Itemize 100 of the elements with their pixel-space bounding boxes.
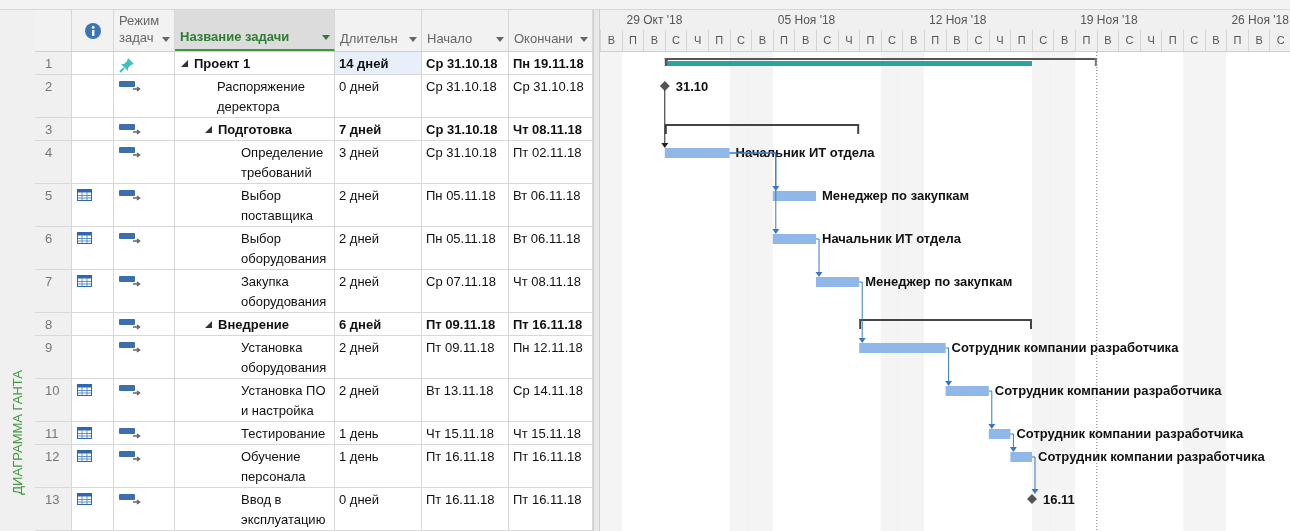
day-label: В: [945, 30, 968, 51]
start-cell[interactable]: Ср 31.10.18: [422, 75, 509, 118]
start-cell[interactable]: Ср 31.10.18: [422, 118, 509, 141]
row-number[interactable]: 8: [35, 313, 72, 336]
start-cell[interactable]: Пт 09.11.18: [422, 313, 509, 336]
duration-cell[interactable]: 14 дней: [335, 52, 422, 75]
milestone-icon[interactable]: [659, 81, 670, 91]
day-label: В: [751, 30, 773, 51]
column-header[interactable]: Название задачи: [175, 10, 335, 51]
link-arrow: [815, 238, 823, 277]
duration-cell[interactable]: 2 дней: [335, 227, 422, 270]
day-label: С: [664, 30, 687, 51]
day-label: П: [621, 30, 644, 51]
task-bar[interactable]: [772, 191, 816, 201]
start-cell[interactable]: Вт 13.11.18: [422, 379, 509, 422]
auto-schedule-icon: [119, 146, 141, 158]
start-cell[interactable]: Ср 31.10.18: [422, 52, 509, 75]
day-label: С: [880, 30, 903, 51]
collapse-icon[interactable]: [205, 126, 212, 133]
week-label: 29 Окт '18: [626, 13, 683, 27]
start-cell[interactable]: Пт 16.11.18: [422, 445, 509, 488]
task-name: Выбор поставщика: [241, 187, 314, 225]
task-name: Подготовка: [218, 121, 293, 139]
row-number[interactable]: 3: [35, 118, 72, 141]
task-name: Обучение персонала: [241, 448, 307, 486]
duration-cell[interactable]: 2 дней: [335, 270, 422, 313]
duration-cell[interactable]: 1 день: [335, 422, 422, 445]
caret-icon: [409, 37, 417, 42]
day-label: С: [967, 30, 989, 51]
row-number[interactable]: 2: [35, 75, 72, 118]
auto-schedule-icon: [119, 450, 141, 462]
link-arrow: [1031, 456, 1039, 494]
day-label: С: [815, 30, 838, 51]
row-number[interactable]: 7: [35, 270, 72, 313]
resource-label: Начальник ИТ отдела: [735, 145, 875, 160]
start-cell[interactable]: Ср 07.11.18: [422, 270, 509, 313]
duration-cell[interactable]: 0 дней: [335, 75, 422, 118]
task-name: Закупка оборудования: [241, 273, 328, 311]
row-number[interactable]: 4: [35, 141, 72, 184]
link-arrow: [1009, 433, 1017, 452]
auto-schedule-icon: [119, 427, 141, 439]
day-label: С: [1031, 30, 1054, 51]
day-label: С: [1118, 30, 1140, 51]
task-name: Тестирование: [241, 425, 326, 443]
summary-bar[interactable]: [664, 124, 860, 135]
duration-cell[interactable]: 2 дней: [335, 184, 422, 227]
row-number[interactable]: 6: [35, 227, 72, 270]
resource-label: Менеджер по закупкам: [822, 188, 970, 203]
duration-cell[interactable]: 3 дней: [335, 141, 422, 184]
row-number[interactable]: 5: [35, 184, 72, 227]
collapse-icon[interactable]: [205, 321, 212, 328]
day-label: Ч: [988, 30, 1011, 51]
pin-icon: [119, 57, 135, 73]
resource-label: Сотрудник компании разработчика: [951, 340, 1179, 355]
duration-cell[interactable]: 2 дней: [335, 379, 422, 422]
week-label: 12 Ноя '18: [929, 13, 987, 27]
task-name: Ввод в эксплуатацию: [241, 491, 327, 529]
start-cell[interactable]: Пн 05.11.18: [422, 184, 509, 227]
task-name: Установка ПО и настройка: [241, 382, 327, 420]
task-name: Распоряжение деректора: [217, 78, 306, 116]
task-name: Установка оборудования: [241, 339, 328, 377]
column-header[interactable]: Длительн: [335, 10, 422, 51]
start-cell[interactable]: Пт 16.11.18: [422, 488, 509, 531]
start-cell[interactable]: Ср 31.10.18: [422, 141, 509, 184]
resource-label: Сотрудник компании разработчика: [1016, 426, 1244, 441]
auto-schedule-icon: [119, 493, 141, 505]
calendar-icon: [77, 275, 92, 287]
start-cell[interactable]: Пт 09.11.18: [422, 336, 509, 379]
milestone-icon[interactable]: [1027, 494, 1037, 504]
column-header[interactable]: Начало: [422, 10, 509, 51]
row-number[interactable]: 11: [35, 422, 72, 445]
resource-label: Начальник ИТ отдела: [822, 231, 961, 246]
duration-cell[interactable]: 1 день: [335, 445, 422, 488]
start-cell[interactable]: Пн 05.11.18: [422, 227, 509, 270]
collapse-icon[interactable]: [181, 60, 188, 67]
row-number[interactable]: 1: [35, 52, 72, 75]
summary-bar[interactable]: [859, 319, 1032, 330]
week-label: 19 Ноя '18: [1080, 13, 1138, 27]
row-number[interactable]: 10: [35, 379, 72, 422]
resource-label: Сотрудник компании разработчика: [994, 383, 1222, 398]
duration-cell[interactable]: 6 дней: [335, 313, 422, 336]
duration-cell[interactable]: 7 дней: [335, 118, 422, 141]
row-number[interactable]: 13: [35, 488, 72, 531]
info-icon: [84, 22, 101, 39]
day-label: П: [772, 30, 795, 51]
day-label: Ч: [1139, 30, 1162, 51]
row-number[interactable]: 12: [35, 445, 72, 488]
auto-schedule-icon: [119, 341, 141, 353]
start-cell[interactable]: Чт 15.11.18: [422, 422, 509, 445]
duration-cell[interactable]: 0 дней: [335, 488, 422, 531]
resource-label: Менеджер по закупкам: [865, 274, 1013, 289]
column-title: Длительн: [340, 31, 398, 46]
calendar-icon: [77, 232, 92, 244]
row-number[interactable]: 9: [35, 336, 72, 379]
auto-schedule-icon: [119, 318, 141, 330]
task-name: Внедрение: [218, 316, 289, 334]
day-label: В: [1053, 30, 1076, 51]
calendar-icon: [77, 427, 92, 439]
duration-cell[interactable]: 2 дней: [335, 336, 422, 379]
column-title: Режим задач: [119, 12, 160, 46]
